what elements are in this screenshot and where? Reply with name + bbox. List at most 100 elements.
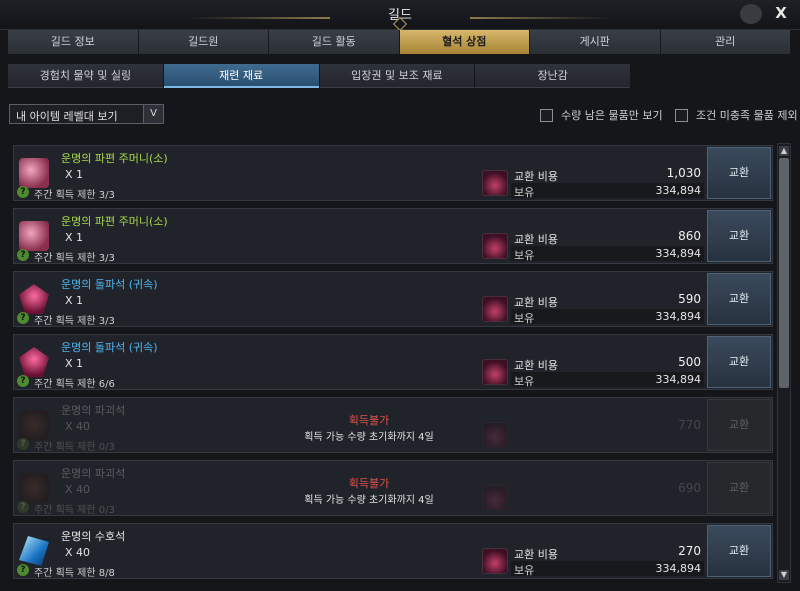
question-icon[interactable]: ? (17, 564, 29, 576)
shop-item-row: 운명의 파괴석 X 40 ? 주간 획득 제한 0/3 획득불가 획득 가능 수… (13, 397, 773, 453)
exchange-button[interactable]: 교환 (707, 399, 771, 451)
question-icon[interactable]: ? (17, 249, 29, 261)
cost-label: 교환 비용 (514, 233, 558, 246)
tab-bloodstone-shop[interactable]: 혈석 상점 (399, 30, 530, 54)
bloodstone-currency-icon (482, 485, 508, 511)
subtab-toys[interactable]: 장난감 (475, 64, 630, 88)
question-icon[interactable]: ? (17, 438, 29, 450)
shop-item-row: 운명의 수호석 X 40 ? 주간 획득 제한 8/8 교환 비용 270 보유 3… (13, 523, 773, 579)
list-scrollbar[interactable]: ▲ ▼ (777, 143, 791, 583)
owned-label: 보유 (514, 186, 535, 199)
exchange-button[interactable]: 교환 (707, 336, 771, 388)
tab-board[interactable]: 게시판 (530, 30, 661, 54)
question-icon[interactable]: ? (17, 375, 29, 387)
owned-value: 334,894 (655, 184, 702, 197)
cost-value: 690 (678, 481, 701, 495)
guardian-stone-icon (19, 536, 49, 566)
subtab-tickets[interactable]: 입장권 및 보조 재료 (319, 64, 475, 88)
tab-management[interactable]: 관리 (660, 30, 791, 54)
cost-value: 1,030 (666, 166, 701, 180)
item-quantity: X 40 (65, 420, 91, 433)
breakthrough-stone-icon (19, 347, 49, 377)
tab-guild-activity[interactable]: 길드 활동 (269, 30, 400, 54)
cost-value: 500 (678, 355, 701, 369)
item-name: 운명의 파편 주머니(소) (61, 215, 168, 228)
item-name: 운명의 파편 주머니(소) (61, 152, 168, 165)
reset-countdown-text: 획득 가능 수량 초기화까지 4일 (304, 495, 434, 506)
scroll-down-icon[interactable]: ▼ (779, 570, 789, 580)
cost-box: 690 (511, 481, 704, 513)
exchange-button[interactable]: 교환 (707, 273, 771, 325)
item-level-filter-dropdown[interactable]: 내 아이템 레벨대 보기 V (9, 104, 164, 124)
bloodstone-currency-icon (482, 233, 508, 259)
owned-value: 334,894 (655, 247, 702, 260)
cost-box: 교환 비용 1,030 보유 334,894 (511, 166, 704, 199)
item-quantity: X 40 (65, 483, 91, 496)
exchange-button[interactable]: 교환 (707, 462, 771, 514)
bloodstone-currency-icon (482, 359, 508, 385)
title-ornament-right (470, 17, 610, 19)
reset-countdown-text: 획득 가능 수량 초기화까지 4일 (304, 432, 434, 443)
remaining-only-checkbox[interactable] (540, 108, 553, 122)
cost-value: 770 (678, 418, 701, 432)
shop-item-row: 운명의 파괴석 X 40 ? 주간 획득 제한 0/3 획득불가 획득 가능 수… (13, 460, 773, 516)
main-tab-bar: 길드 정보 길드원 길드 활동 혈석 상점 게시판 관리 (8, 30, 791, 54)
item-quantity: X 1 (65, 357, 84, 370)
cost-label: 교환 비용 (514, 359, 558, 372)
cost-label: 교환 비용 (514, 296, 558, 309)
question-icon[interactable]: ? (17, 501, 29, 513)
unavailable-title: 획득불가 (348, 477, 390, 490)
owned-label: 보유 (514, 312, 535, 325)
item-name: 운명의 수호석 (61, 530, 126, 543)
weekly-limit-text: 주간 획득 제한 0/3 (34, 505, 115, 516)
title-bar: 길드 X (0, 0, 800, 32)
chevron-down-icon[interactable]: V (143, 105, 163, 123)
weekly-limit-text: 주간 획득 제한 3/3 (34, 190, 115, 201)
shop-item-row: 운명의 파편 주머니(소) X 1 ? 주간 획득 제한 3/3 교환 비용 86… (13, 208, 773, 264)
exclude-unmet-label: 조건 미충족 물품 제외 (696, 109, 798, 122)
owned-label: 보유 (514, 564, 535, 577)
owned-label: 보유 (514, 375, 535, 388)
exclude-unmet-checkbox[interactable] (675, 108, 688, 122)
cost-box: 교환 비용 860 보유 334,894 (511, 229, 704, 262)
remaining-only-label: 수량 남은 물품만 보기 (561, 109, 663, 122)
item-quantity: X 1 (65, 294, 84, 307)
cost-box: 770 (511, 418, 704, 450)
scroll-up-icon[interactable]: ▲ (779, 146, 789, 156)
question-icon[interactable]: ? (17, 186, 29, 198)
subtab-refining-materials[interactable]: 재련 재료 (163, 64, 319, 88)
cost-label: 교환 비용 (514, 170, 558, 183)
item-name: 운명의 파괴석 (61, 467, 126, 480)
bloodstone-currency-icon (482, 422, 508, 448)
weekly-limit-text: 주간 획득 제한 0/3 (34, 442, 115, 453)
owned-label: 보유 (514, 249, 535, 262)
unavailable-title: 획득불가 (348, 414, 390, 427)
shop-item-row: 운명의 파편 주머니(소) X 1 ? 주간 획득 제한 3/3 교환 비용 1,… (13, 145, 773, 201)
exchange-button[interactable]: 교환 (707, 147, 771, 199)
pouch-icon (19, 158, 49, 188)
weekly-limit-text: 주간 획득 제한 6/6 (34, 379, 115, 390)
cost-box: 교환 비용 590 보유 334,894 (511, 292, 704, 325)
cost-box: 교환 비용 270 보유 334,894 (511, 544, 704, 577)
item-name: 운명의 돌파석 (귀속) (61, 341, 158, 354)
weekly-limit-text: 주간 획득 제한 8/8 (34, 568, 115, 579)
item-name: 운명의 돌파석 (귀속) (61, 278, 158, 291)
question-icon[interactable]: ? (17, 312, 29, 324)
scrollbar-thumb[interactable] (779, 158, 789, 388)
weekly-limit-text: 주간 획득 제한 3/3 (34, 316, 115, 327)
item-quantity: X 1 (65, 231, 84, 244)
owned-value: 334,894 (655, 562, 702, 575)
tab-guild-members[interactable]: 길드원 (138, 30, 269, 54)
exchange-button[interactable]: 교환 (707, 210, 771, 262)
subtab-exp-potion[interactable]: 경험치 물약 및 실링 (8, 64, 163, 88)
tab-guild-info[interactable]: 길드 정보 (8, 30, 139, 54)
close-button[interactable]: X (770, 2, 792, 24)
owned-value: 334,894 (655, 310, 702, 323)
owned-value: 334,894 (655, 373, 702, 386)
exclude-unmet-toggle[interactable]: 조건 미충족 물품 제외 (675, 107, 798, 123)
bloodstone-currency-icon (482, 170, 508, 196)
remaining-only-toggle[interactable]: 수량 남은 물품만 보기 (540, 107, 663, 123)
exchange-button[interactable]: 교환 (707, 525, 771, 577)
cost-box: 교환 비용 500 보유 334,894 (511, 355, 704, 388)
shop-item-row: 운명의 돌파석 (귀속) X 1 ? 주간 획득 제한 3/3 교환 비용 590… (13, 271, 773, 327)
